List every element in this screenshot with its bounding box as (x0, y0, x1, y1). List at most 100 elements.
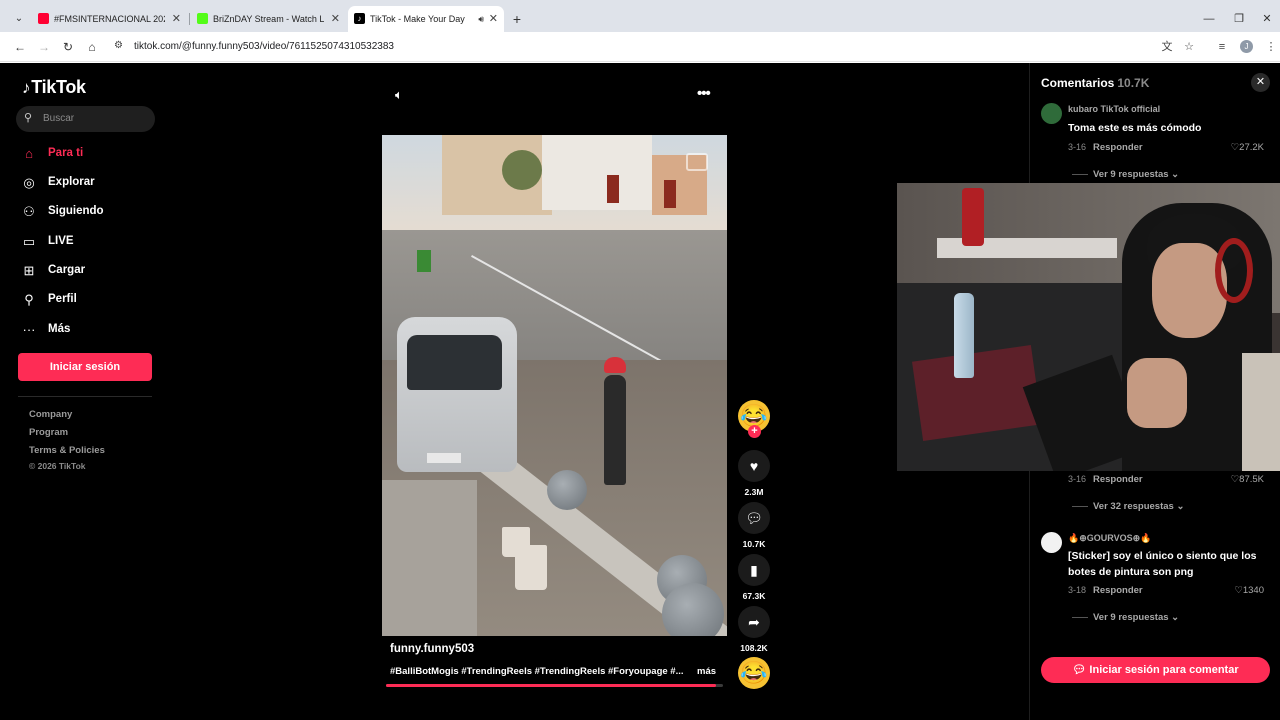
new-tab-button[interactable]: + (510, 6, 524, 32)
tab-fms[interactable]: #FMSINTERNACIONAL 2025/26 ✕ (32, 6, 187, 32)
tab-strip: ⌄ #FMSINTERNACIONAL 2025/26 ✕ BriZnDAY S… (0, 6, 1280, 32)
login-to-comment-button[interactable]: 💬︎ Iniciar sesión para comentar (1041, 657, 1270, 683)
tiktok-logo[interactable]: ♪TikTok (22, 77, 86, 98)
close-tab-icon[interactable]: ✕ (489, 6, 498, 32)
reload-button[interactable]: ↻ (58, 37, 78, 57)
comment-like-count: 1340 (1242, 585, 1264, 596)
tab-brizndey[interactable]: BriZnDAY Stream - Watch Live on ✕ (191, 6, 346, 32)
following-icon: ⚇ (23, 204, 35, 219)
search-input[interactable]: ⚲ Buscar (16, 106, 155, 132)
close-tab-icon[interactable]: ✕ (331, 6, 340, 32)
browser-menu-icon[interactable]: ⋮ (1262, 38, 1280, 56)
description-more-link[interactable]: más (697, 666, 716, 677)
view-replies-label: Ver 9 respuestas (1093, 612, 1169, 623)
view-replies-button[interactable]: Ver 32 respuestas ⌄ (1093, 501, 1184, 512)
heart-icon: ♥ (749, 458, 759, 474)
close-window-button[interactable]: ✕ (1254, 6, 1280, 32)
bookmark-star-icon[interactable]: ☆ (1180, 38, 1198, 56)
view-replies-button[interactable]: Ver 9 respuestas ⌄ (1093, 612, 1179, 623)
profile-avatar[interactable]: J (1240, 40, 1253, 53)
sidebar-item-label: LIVE (48, 235, 74, 247)
media-controls-icon[interactable]: ≡ (1213, 38, 1231, 56)
comment-likes[interactable]: ♡1340 (1234, 585, 1264, 596)
comment-username[interactable]: 🔥⊕GOURVOS⊕🔥 (1068, 533, 1151, 544)
video-player[interactable] (382, 135, 727, 636)
video-door (664, 180, 676, 208)
music-disc-icon[interactable]: 😂 (738, 657, 770, 689)
video-steps (382, 480, 477, 636)
avatar[interactable] (1041, 532, 1062, 553)
video-paint-bucket (515, 545, 547, 590)
back-button[interactable]: ← (10, 37, 30, 57)
video-person-cap (604, 357, 626, 373)
reply-button[interactable]: Responder (1093, 474, 1143, 485)
comment-like-count: 27.2K (1239, 142, 1264, 153)
heart-outline-icon: ♡ (1230, 474, 1240, 485)
comment-username[interactable]: kubaro TikTok official (1068, 104, 1160, 114)
share-button[interactable]: ➦ (738, 606, 770, 638)
divider (1072, 617, 1088, 618)
address-bar[interactable]: tiktok.com/@funny.funny503/video/7611525… (134, 41, 394, 52)
sidebar-item-siguiendo[interactable]: ⚇ Siguiendo (20, 201, 160, 223)
close-tab-icon[interactable]: ✕ (172, 6, 181, 32)
comment-text: [Sticker] soy el único o siento que los … (1068, 550, 1257, 578)
upload-icon: ⊞ (23, 263, 35, 278)
copyright: © 2026 TikTok (29, 461, 86, 471)
comment-bubble-icon: 💬︎ (745, 510, 763, 526)
divider (18, 396, 152, 397)
video-trash-bin (417, 250, 431, 272)
chevron-down-icon: ⌄ (1176, 501, 1185, 512)
forward-button[interactable]: → (34, 37, 54, 57)
more-options-icon[interactable]: ••• (697, 85, 711, 102)
sidebar-item-explorar[interactable]: ◎ Explorar (20, 172, 160, 194)
video-bollard (662, 583, 724, 636)
audio-playing-icon[interactable]: 🔊︎ (478, 6, 484, 32)
left-sidebar: ♪TikTok ⚲ Buscar ⌂ Para ti ◎ Explorar ⚇ … (0, 63, 170, 720)
avatar[interactable] (1041, 103, 1062, 124)
browser-toolbar: ← → ↻ ⌂ ⚙ tiktok.com/@funny.funny503/vid… (0, 32, 1280, 62)
video-building (542, 135, 652, 210)
comment-button[interactable]: 💬︎ (738, 502, 770, 534)
comment-likes[interactable]: ♡27.2K (1231, 142, 1264, 153)
close-comments-icon[interactable]: ✕ (1251, 73, 1270, 92)
site-info-icon[interactable]: ⚙ (114, 40, 123, 51)
reply-button[interactable]: Responder (1093, 585, 1143, 596)
chevron-down-icon: ⌄ (1171, 169, 1180, 180)
footer-link-terms[interactable]: Terms & Policies (29, 445, 105, 456)
sidebar-item-perfil[interactable]: ⚲ Perfil (20, 289, 160, 311)
translate-icon[interactable]: 文 (1158, 38, 1176, 56)
share-count: 108.2K (740, 643, 768, 653)
view-replies-button[interactable]: Ver 9 respuestas ⌄ (1093, 169, 1179, 180)
like-button[interactable]: ♥ (738, 450, 770, 482)
chevron-down-icon: ⌄ (1171, 612, 1180, 623)
sidebar-item-para-ti[interactable]: ⌂ Para ti (20, 143, 160, 165)
heart-outline-icon: ♡ (1230, 142, 1240, 153)
profile-icon: ⚲ (24, 292, 34, 307)
comment-likes[interactable]: ♡87.5K (1231, 474, 1264, 485)
footer-link-company[interactable]: Company (29, 409, 72, 420)
reply-button[interactable]: Responder (1093, 142, 1143, 153)
webcam-streamer-arm (1127, 358, 1187, 428)
more-icon: ··· (22, 322, 36, 337)
save-button[interactable]: ▮ (738, 554, 770, 586)
tab-tiktok[interactable]: ♪ TikTok - Make Your Day 🔊︎ ✕ (348, 6, 504, 32)
sidebar-item-live[interactable]: ▭ LIVE (20, 231, 160, 253)
footer-link-program[interactable]: Program (29, 427, 68, 438)
video-author[interactable]: funny.funny503 (390, 643, 474, 655)
follow-plus-icon[interactable]: + (748, 425, 761, 438)
share-arrow-icon: ➦ (748, 614, 760, 630)
view-replies-label: Ver 9 respuestas (1093, 169, 1169, 180)
restore-button[interactable]: ❐ (1226, 6, 1252, 32)
home-button[interactable]: ⌂ (82, 37, 102, 57)
video-progress-bar[interactable] (386, 684, 723, 687)
login-button[interactable]: Iniciar sesión (18, 353, 152, 381)
sidebar-item-cargar[interactable]: ⊞ Cargar (20, 260, 160, 282)
tab-search-button[interactable]: ⌄ (10, 10, 28, 28)
minimize-button[interactable]: — (1196, 6, 1222, 32)
like-count: 2.3M (744, 487, 764, 497)
sidebar-item-mas[interactable]: ··· Más (20, 319, 160, 341)
tab-title: BriZnDAY Stream - Watch Live on (213, 14, 324, 24)
video-bollard (547, 470, 587, 510)
tab-separator (189, 13, 190, 25)
volume-icon[interactable]: 🔈︎ (395, 87, 403, 103)
